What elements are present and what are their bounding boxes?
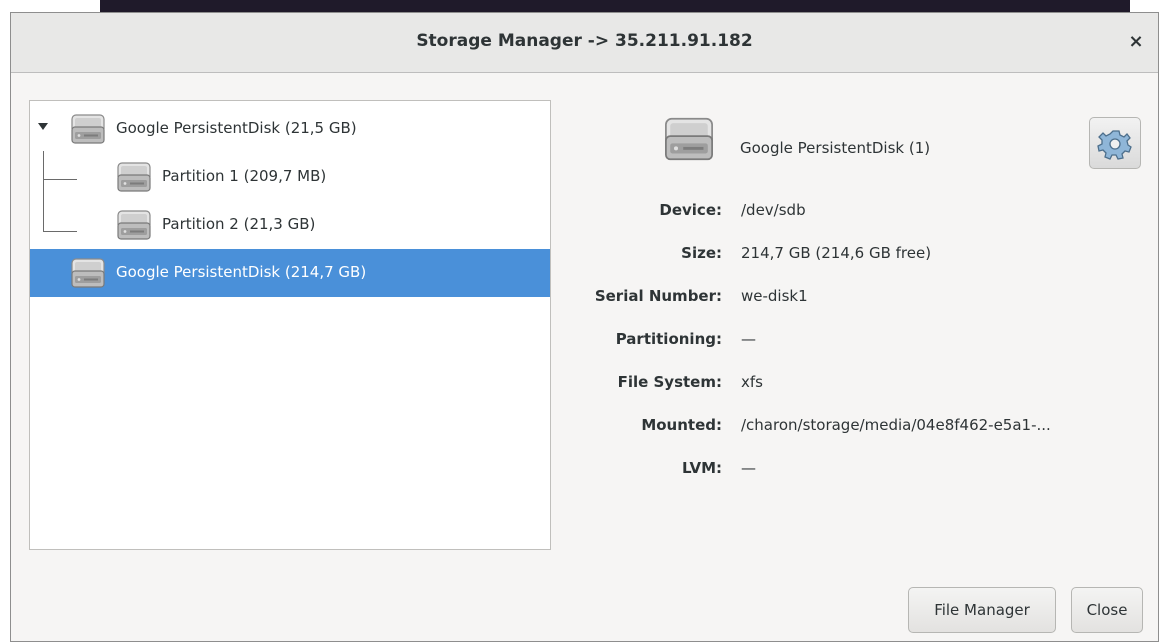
hard-disk-icon <box>70 113 106 145</box>
hard-disk-icon <box>70 257 106 289</box>
tree-item-disk-2[interactable]: Google PersistentDisk (214,7 GB) <box>30 249 550 297</box>
tree-item-disk-1[interactable]: Google PersistentDisk (21,5 GB) <box>30 105 550 153</box>
expander-arrow-icon[interactable] <box>38 123 48 130</box>
close-button[interactable]: Close <box>1071 587 1143 633</box>
prop-value-lvm: — <box>741 459 756 477</box>
prop-label-serial-number: Serial Number: <box>594 287 722 305</box>
prop-value-partitioning: — <box>741 330 756 348</box>
tree-item-label: Google PersistentDisk (21,5 GB) <box>116 119 357 137</box>
tree-item-label: Google PersistentDisk (214,7 GB) <box>116 263 367 281</box>
prop-value-mounted: /charon/storage/media/04e8f462-e5a1-... <box>741 416 1051 434</box>
prop-label-partitioning: Partitioning: <box>615 330 722 348</box>
disk-tree[interactable]: Google PersistentDisk (21,5 GB) Partitio… <box>29 100 551 550</box>
selected-disk-title: Google PersistentDisk (1) <box>740 139 931 157</box>
prop-label-file-system: File System: <box>617 373 722 391</box>
window-title: Storage Manager -> 35.211.91.182 <box>416 31 753 51</box>
tree-item-partition-1[interactable]: Partition 1 (209,7 MB) <box>30 153 550 201</box>
gear-icon <box>1097 130 1132 160</box>
title-bar[interactable]: Storage Manager -> 35.211.91.182 × <box>11 13 1158 73</box>
hard-disk-icon <box>663 115 715 163</box>
prop-value-size: 214,7 GB (214,6 GB free) <box>741 244 932 262</box>
prop-label-size: Size: <box>681 244 722 262</box>
background-window-edge <box>100 0 1130 12</box>
storage-manager-dialog: Storage Manager -> 35.211.91.182 × Googl… <box>10 12 1159 642</box>
tree-item-label: Partition 1 (209,7 MB) <box>162 167 327 185</box>
close-icon[interactable]: × <box>1124 30 1148 54</box>
prop-label-device: Device: <box>659 201 722 219</box>
prop-value-serial-number: we-disk1 <box>741 287 808 305</box>
hard-disk-icon <box>116 209 152 241</box>
tree-item-partition-2[interactable]: Partition 2 (21,3 GB) <box>30 201 550 249</box>
prop-label-lvm: LVM: <box>681 459 722 477</box>
prop-value-device: /dev/sdb <box>741 201 806 219</box>
disk-settings-button[interactable] <box>1089 117 1141 169</box>
hard-disk-icon <box>116 161 152 193</box>
tree-item-label: Partition 2 (21,3 GB) <box>162 215 316 233</box>
prop-value-file-system: xfs <box>741 373 763 391</box>
file-manager-button[interactable]: File Manager <box>908 587 1056 633</box>
prop-label-mounted: Mounted: <box>641 416 722 434</box>
